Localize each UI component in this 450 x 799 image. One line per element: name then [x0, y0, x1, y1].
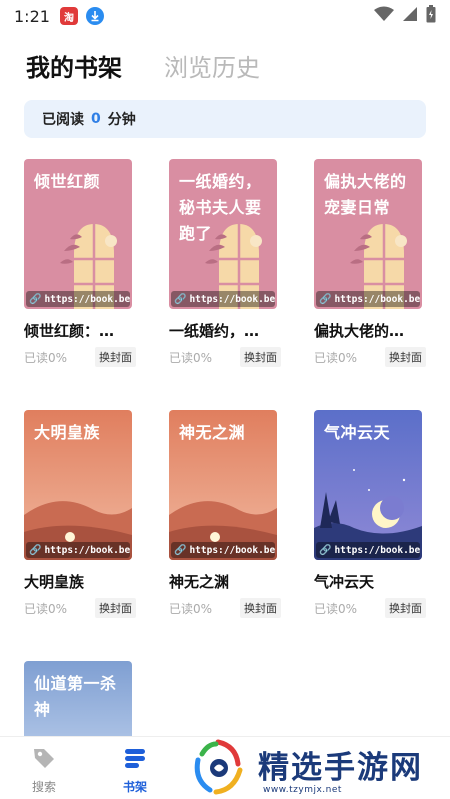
book-item[interactable]: 一纸婚约，秘书夫人要跑了 🔗https://book.befu 一纸婚约，… 已… [169, 159, 289, 367]
link-icon: 🔗 [29, 544, 42, 556]
cover-source-url: 🔗https://book.befu [171, 291, 275, 307]
read-progress: 已读0% [314, 350, 358, 365]
nav-search[interactable]: 搜索 [14, 745, 74, 795]
status-time: 1:21 [14, 6, 50, 26]
cover-title: 气冲云天 [324, 423, 391, 442]
cover-url-text: https://book.befu [334, 544, 420, 556]
book-meta: 已读0% 换封面 [314, 598, 426, 618]
nav-bookshelf-label: 书架 [122, 780, 147, 794]
cover-source-url: 🔗https://book.befu [171, 542, 275, 558]
book-meta: 已读0% 换封面 [169, 347, 281, 367]
wifi-icon [374, 6, 394, 26]
watermark-logo [194, 739, 243, 795]
book-item[interactable]: 倾世红颜 🔗https://book.befu 倾世红颜：… 已读0% 换封面 [24, 159, 144, 367]
cover-source-url: 🔗https://book.befu [26, 542, 130, 558]
change-cover-button[interactable]: 换封面 [240, 347, 281, 367]
cover-title: 仙道第一杀神 [34, 674, 117, 719]
cover-url-text: https://book.befu [189, 544, 275, 556]
read-progress: 已读0% [24, 350, 68, 365]
cover-url-text: https://book.befu [189, 293, 275, 305]
signal-icon [402, 6, 418, 26]
battery-icon [426, 5, 436, 27]
top-tabs: 我的书架 浏览历史 [26, 48, 260, 83]
book-title: 一纸婚约，… [169, 322, 260, 340]
cover-title: 一纸婚约，秘书夫人要跑了 [179, 172, 262, 243]
link-icon: 🔗 [319, 544, 332, 556]
cover-title: 大明皇族 [34, 423, 101, 442]
book-meta: 已读0% 换封面 [169, 598, 281, 618]
cover-title: 神无之渊 [179, 423, 246, 442]
download-notification-icon [85, 7, 104, 25]
change-cover-button[interactable]: 换封面 [95, 347, 136, 367]
link-icon: 🔗 [319, 293, 332, 305]
change-cover-button[interactable]: 换封面 [385, 347, 426, 367]
reading-minutes: 0 [91, 111, 101, 127]
book-cover[interactable]: 一纸婚约，秘书夫人要跑了 🔗https://book.befu [169, 159, 277, 309]
book-cover[interactable]: 气冲云天 🔗https://book.befu [314, 410, 422, 560]
book-title: 偏执大佬的… [314, 322, 405, 340]
read-progress: 已读0% [24, 601, 68, 616]
book-title: 神无之渊 [169, 573, 230, 591]
book-title: 大明皇族 [24, 573, 85, 591]
change-cover-button[interactable]: 换封面 [240, 598, 281, 618]
book-meta: 已读0% 换封面 [24, 598, 136, 618]
book-item[interactable]: 仙道第一杀神 [24, 661, 144, 736]
cover-title: 偏执大佬的宠妻日常 [324, 172, 407, 217]
reading-suffix: 分钟 [107, 112, 136, 128]
reading-time-banner: 已阅读 0 分钟 [24, 100, 426, 138]
status-bar: 1:21 淘 [0, 0, 450, 32]
taobao-notification-icon: 淘 [59, 7, 78, 25]
bookshelf-icon [122, 745, 148, 775]
site-watermark: 精选手游网 www.tzymjx.net [188, 736, 450, 799]
book-item[interactable]: 神无之渊 🔗https://book.befu 神无之渊 已读0% 换封面 [169, 410, 289, 618]
read-progress: 已读0% [169, 350, 213, 365]
book-cover[interactable]: 神无之渊 🔗https://book.befu [169, 410, 277, 560]
book-cover[interactable]: 偏执大佬的宠妻日常 🔗https://book.befu [314, 159, 422, 309]
cover-title: 倾世红颜 [34, 172, 101, 191]
link-icon: 🔗 [174, 544, 187, 556]
tab-browse-history[interactable]: 浏览历史 [164, 48, 260, 83]
cover-source-url: 🔗https://book.befu [26, 291, 130, 307]
book-meta: 已读0% 换封面 [314, 347, 426, 367]
link-icon: 🔗 [174, 293, 187, 305]
watermark-text: 精选手游网 [258, 749, 423, 786]
nav-search-label: 搜索 [31, 780, 56, 794]
watermark-url: www.tzymjx.net [263, 785, 342, 795]
cover-source-url: 🔗https://book.befu [316, 542, 420, 558]
cover-url-text: https://book.befu [44, 544, 130, 556]
read-progress: 已读0% [314, 601, 358, 616]
book-item[interactable]: 气冲云天 🔗https://book.befu 气冲云天 已读0% 换封面 [314, 410, 434, 618]
tag-icon [31, 745, 57, 775]
reading-prefix: 已阅读 [42, 112, 84, 128]
book-cover[interactable]: 大明皇族 🔗https://book.befu [24, 410, 132, 560]
book-item[interactable]: 大明皇族 🔗https://book.befu 大明皇族 已读0% 换封面 [24, 410, 144, 618]
book-cover[interactable]: 仙道第一杀神 [24, 661, 132, 736]
cover-url-text: https://book.befu [44, 293, 130, 305]
book-meta: 已读0% 换封面 [24, 347, 136, 367]
read-progress: 已读0% [169, 601, 213, 616]
cover-url-text: https://book.befu [334, 293, 420, 305]
nav-bookshelf[interactable]: 书架 [105, 745, 165, 795]
link-icon: 🔗 [29, 293, 42, 305]
tab-bookshelf[interactable]: 我的书架 [26, 48, 122, 83]
cover-source-url: 🔗https://book.befu [316, 291, 420, 307]
change-cover-button[interactable]: 换封面 [385, 598, 426, 618]
change-cover-button[interactable]: 换封面 [95, 598, 136, 618]
book-item[interactable]: 偏执大佬的宠妻日常 🔗https://book.befu 偏执大佬的… 已读0%… [314, 159, 434, 367]
book-title: 气冲云天 [314, 573, 375, 591]
book-title: 倾世红颜：… [24, 322, 115, 340]
book-cover[interactable]: 倾世红颜 🔗https://book.befu [24, 159, 132, 309]
